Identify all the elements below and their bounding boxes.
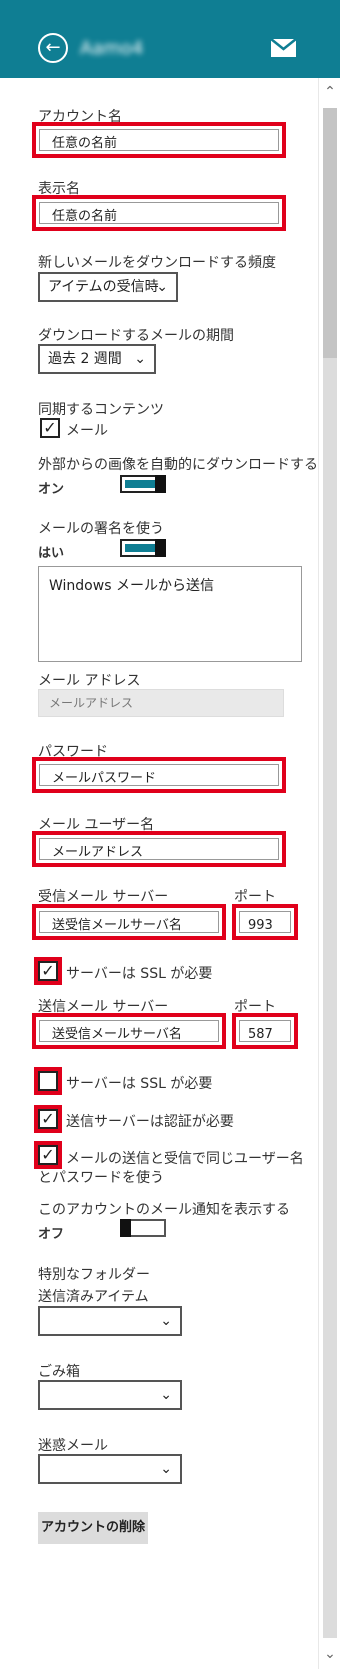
same-credentials-label-1: メールの送信と受信で同じユーザー名 [66,1151,304,1167]
delete-account-button[interactable]: アカウントの削除 [38,1512,148,1544]
trash-label: ごみ箱 [38,1364,80,1380]
scroll-down-icon[interactable]: ⌄ [323,1646,337,1662]
same-credentials-checkbox[interactable]: ✓ [38,1145,58,1165]
download-period-select[interactable]: 過去 2 週間 ⌄ [38,344,156,374]
email-address-field: メールアドレス [38,689,284,717]
download-frequency-label: 新しいメールをダウンロードする頻度 [38,255,276,271]
outgoing-port-field[interactable]: 587 [232,1013,298,1049]
outgoing-auth-checkbox[interactable]: ✓ [38,1109,58,1129]
scroll-up-icon[interactable]: ⌃ [323,84,337,100]
junk-select[interactable]: ⌄ [38,1454,182,1484]
incoming-ssl-checkbox-highlight: ✓ [34,957,62,985]
outgoing-ssl-checkbox[interactable] [38,1071,58,1091]
display-name-field[interactable]: 任意の名前 [32,195,286,231]
same-credentials-checkbox-highlight: ✓ [34,1141,62,1169]
chevron-down-icon: ⌄ [134,351,146,367]
sent-items-label: 送信済みアイテム [38,1289,149,1305]
notifications-state: オフ [38,1227,65,1242]
chevron-down-icon: ⌄ [160,1461,172,1477]
outgoing-ssl-label: サーバーは SSL が必要 [66,1076,213,1092]
signature-state: はい [38,546,65,561]
download-period-label: ダウンロードするメールの期間 [38,328,234,344]
incoming-server-field[interactable]: 送受信メールサーバ名 [32,904,226,940]
sync-mail-label: メール [66,423,108,439]
account-name-field[interactable]: 任意の名前 [32,122,286,158]
junk-label: 迷惑メール [38,1438,108,1454]
notifications-toggle[interactable] [120,1219,166,1237]
external-images-toggle[interactable] [120,475,166,493]
external-images-label: 外部からの画像を自動的にダウンロードする [38,457,318,473]
outgoing-server-field[interactable]: 送受信メールサーバ名 [32,1013,226,1049]
username-field[interactable]: メールアドレス [32,831,286,867]
special-folders-label: 特別なフォルダー [38,1267,150,1283]
chevron-down-icon: ⌄ [160,1313,172,1329]
signature-toggle[interactable] [120,539,166,557]
sync-mail-checkbox[interactable]: ✓ [40,418,60,438]
external-images-state: オン [38,482,65,497]
password-field[interactable]: メールパスワード [32,757,286,793]
download-frequency-select[interactable]: アイテムの受信時 ⌄ [38,272,178,302]
signature-label: メールの署名を使う [38,521,164,537]
notifications-label: このアカウントのメール通知を表示する [38,1202,290,1218]
signature-textarea[interactable]: Windows メールから送信 [38,566,302,662]
email-address-label: メール アドレス [38,673,141,689]
chevron-down-icon: ⌄ [156,279,168,295]
same-credentials-label-2: とパスワードを使う [38,1170,164,1186]
outgoing-auth-label: 送信サーバーは認証が必要 [66,1114,234,1130]
incoming-server-label: 受信メール サーバー [38,889,169,905]
sync-content-label: 同期するコンテンツ [38,402,164,418]
back-arrow-icon[interactable]: ← [38,33,68,63]
mail-icon[interactable] [270,38,297,58]
incoming-ssl-checkbox[interactable]: ✓ [38,961,58,981]
incoming-port-field[interactable]: 993 [232,904,298,940]
app-header: ← Aamo4 [0,0,340,78]
scrollbar[interactable]: ⌃ ⌄ [318,78,340,1669]
sent-items-select[interactable]: ⌄ [38,1306,182,1336]
incoming-ssl-label: サーバーは SSL が必要 [66,966,213,982]
outgoing-auth-checkbox-highlight: ✓ [34,1105,62,1133]
incoming-port-label: ポート [234,889,276,905]
trash-select[interactable]: ⌄ [38,1380,182,1410]
outgoing-ssl-checkbox-highlight [34,1067,62,1095]
scroll-thumb[interactable] [323,108,337,358]
chevron-down-icon: ⌄ [160,1387,172,1403]
account-title: Aamo4 [80,38,144,59]
